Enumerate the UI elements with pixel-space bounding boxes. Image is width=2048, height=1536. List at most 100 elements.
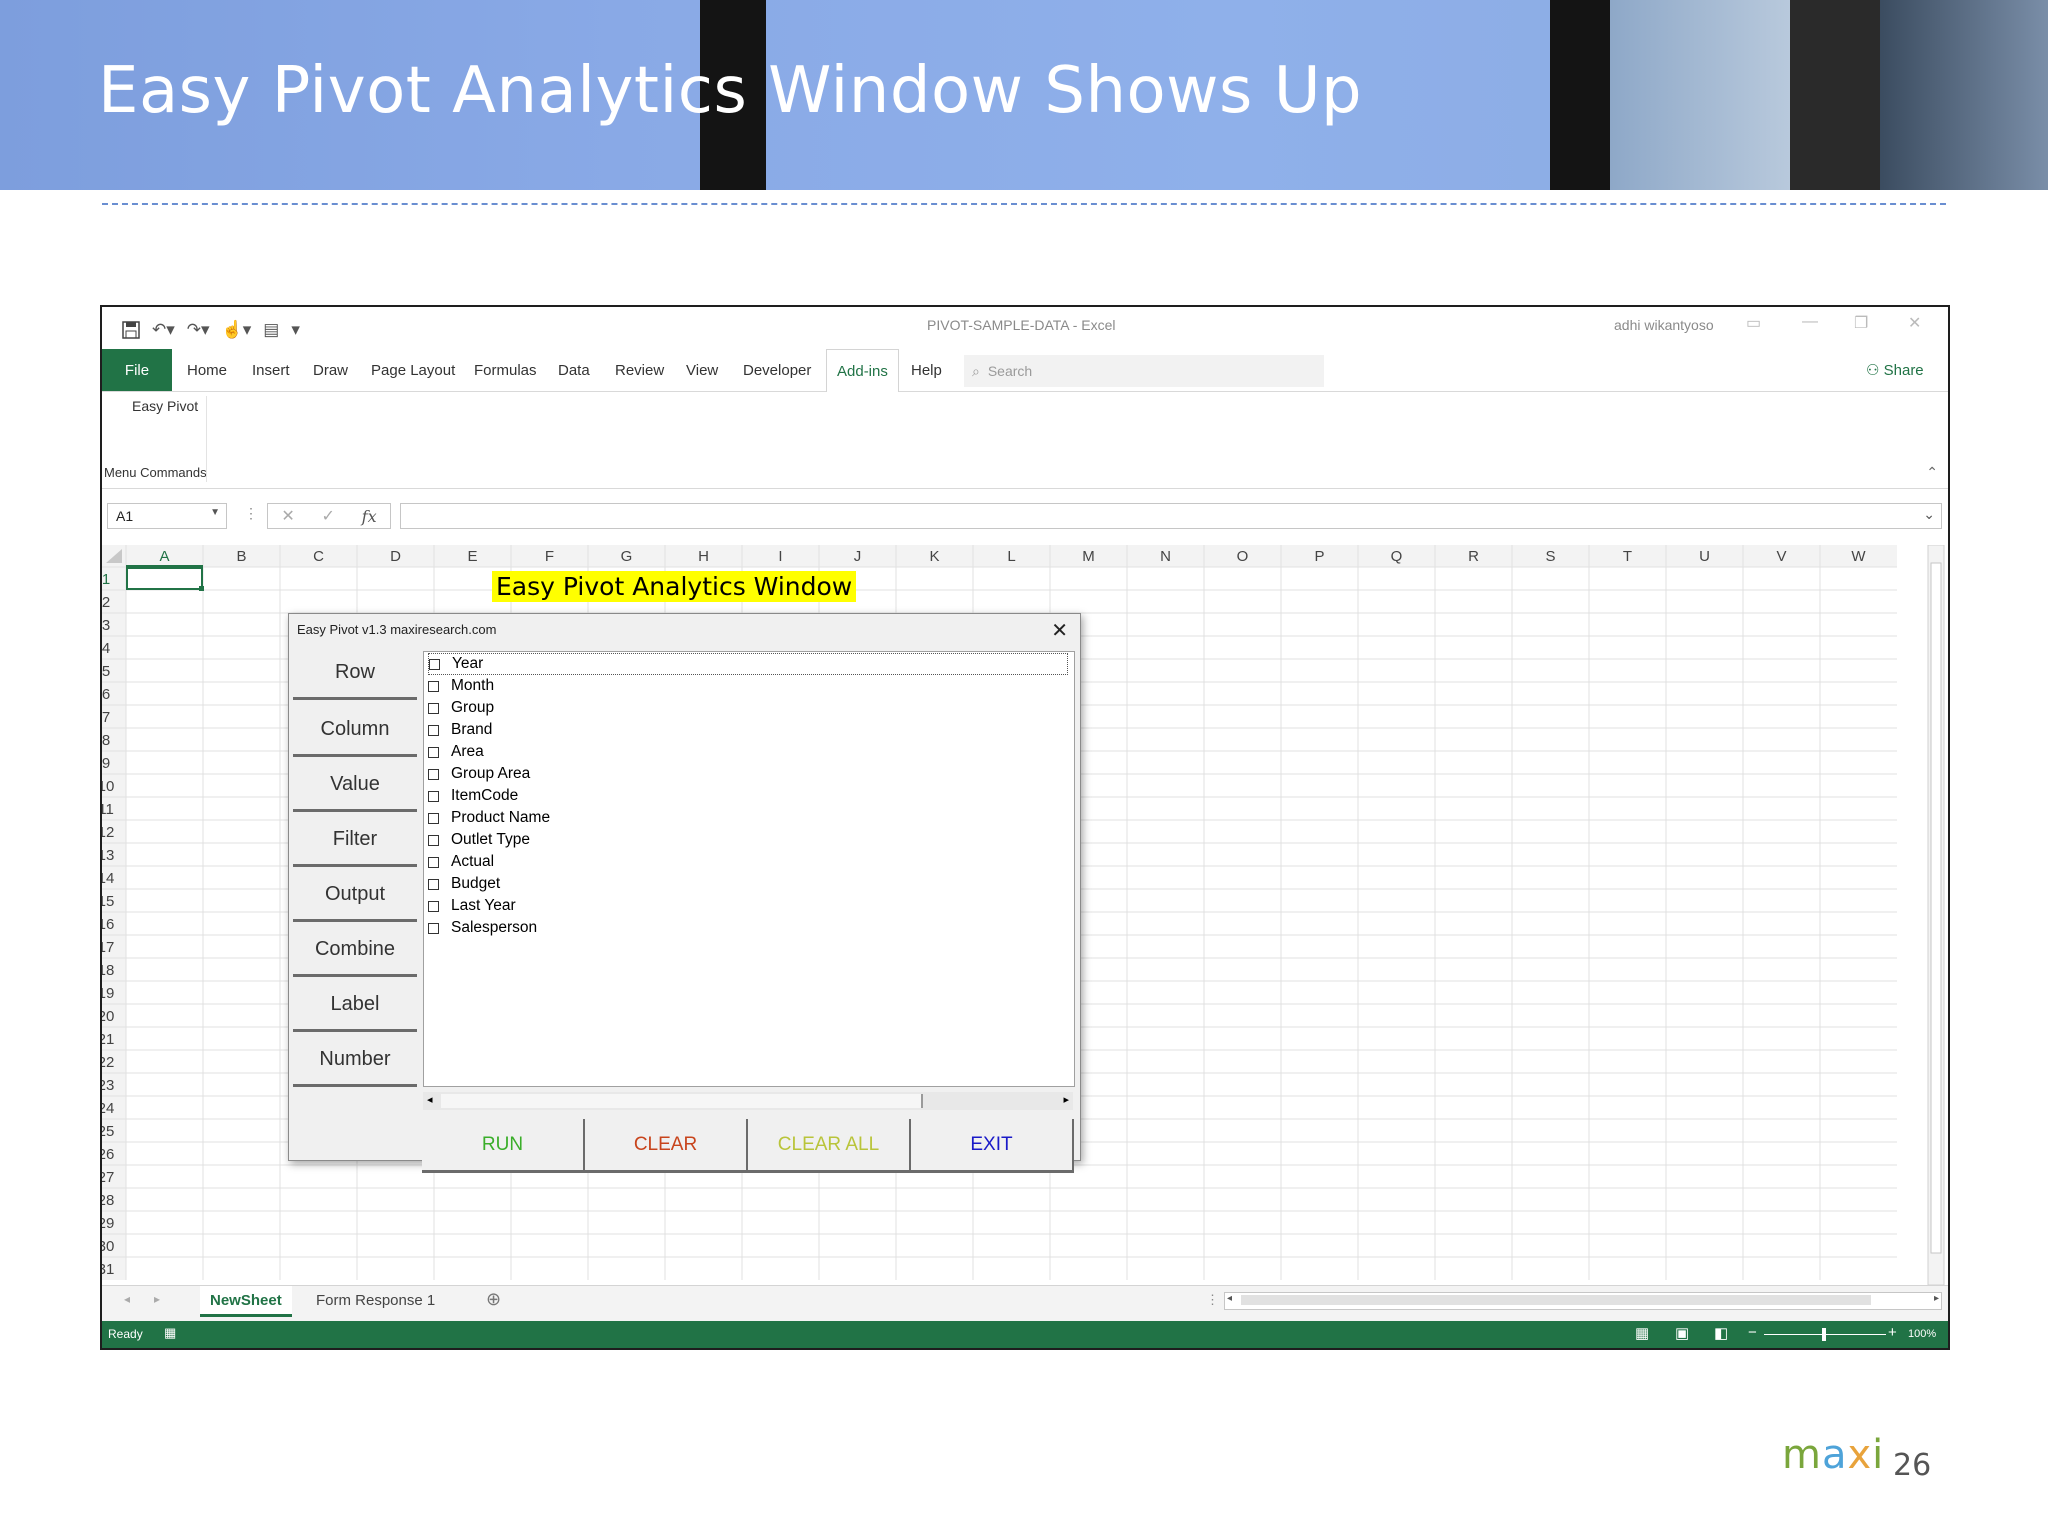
- insert-function-icon[interactable]: fx: [362, 507, 377, 526]
- share-button[interactable]: ⚇ Share: [1866, 361, 1924, 379]
- zoom-slider-thumb[interactable]: [1822, 1328, 1826, 1341]
- scroll-left-icon[interactable]: ◂: [1227, 1293, 1232, 1304]
- tab-page-layout[interactable]: Page Layout: [371, 349, 455, 391]
- row-button[interactable]: Row: [293, 648, 417, 700]
- zoom-in-icon[interactable]: +: [1888, 1324, 1897, 1341]
- normal-view-icon[interactable]: ▦: [1635, 1324, 1649, 1342]
- user-name[interactable]: adhi wikantyoso: [1614, 317, 1714, 333]
- horizontal-scrollbar[interactable]: ◂ ▸: [1224, 1292, 1942, 1310]
- tab-home[interactable]: Home: [187, 349, 227, 391]
- customize-qat-icon[interactable]: ▾: [291, 320, 300, 340]
- close-window-icon[interactable]: ✕: [1908, 313, 1921, 333]
- checkbox[interactable]: [428, 768, 439, 780]
- more-icon[interactable]: ⋮: [244, 505, 258, 522]
- output-button[interactable]: Output: [293, 870, 417, 922]
- page-layout-view-icon[interactable]: ▣: [1675, 1324, 1689, 1342]
- annotation-label: Easy Pivot Analytics Window: [492, 571, 857, 602]
- tab-insert[interactable]: Insert: [252, 349, 290, 391]
- run-button[interactable]: RUN: [422, 1119, 585, 1173]
- checkbox[interactable]: [428, 856, 439, 868]
- field-list[interactable]: Year Month Group Brand Area Group Area I…: [423, 651, 1075, 1087]
- tab-developer[interactable]: Developer: [743, 349, 811, 391]
- checkbox[interactable]: [429, 658, 440, 670]
- checkbox[interactable]: [428, 790, 439, 802]
- filter-button[interactable]: Filter: [293, 815, 417, 867]
- form-icon[interactable]: ▤: [263, 320, 279, 340]
- formula-tools: ✕ ✓ fx: [267, 503, 391, 529]
- tab-help[interactable]: Help: [911, 349, 942, 391]
- redo-icon[interactable]: ↷▾: [187, 320, 210, 340]
- tab-review[interactable]: Review: [615, 349, 664, 391]
- horizontal-scrollbar[interactable]: ◂ ▸: [423, 1092, 1073, 1110]
- minimize-icon[interactable]: —: [1802, 313, 1818, 331]
- checkbox[interactable]: [428, 834, 439, 846]
- chevron-down-icon[interactable]: ▼: [210, 507, 220, 518]
- tab-data[interactable]: Data: [558, 349, 590, 391]
- field-item[interactable]: ItemCode: [428, 785, 518, 807]
- easy-pivot-command[interactable]: Easy Pivot: [132, 398, 198, 414]
- checkbox[interactable]: [428, 900, 439, 912]
- tab-formulas[interactable]: Formulas: [474, 349, 537, 391]
- scroll-thumb[interactable]: [1241, 1295, 1871, 1305]
- checkbox[interactable]: [428, 746, 439, 758]
- expand-formula-icon[interactable]: ⌄: [1923, 506, 1935, 523]
- name-box[interactable]: A1 ▼: [107, 503, 227, 529]
- checkbox[interactable]: [428, 680, 439, 692]
- save-icon[interactable]: [122, 321, 140, 339]
- exit-button[interactable]: EXIT: [911, 1119, 1074, 1173]
- add-sheet-icon[interactable]: ⊕: [486, 1289, 501, 1310]
- sheet-tab-form-response[interactable]: Form Response 1: [306, 1286, 445, 1314]
- field-item[interactable]: Last Year: [428, 895, 516, 917]
- cancel-icon[interactable]: ✕: [281, 506, 294, 526]
- scroll-left-icon[interactable]: ◂: [427, 1093, 433, 1106]
- tab-add-ins[interactable]: Add-ins: [826, 349, 899, 393]
- field-item[interactable]: Group: [428, 697, 494, 719]
- undo-icon[interactable]: ↶▾: [152, 320, 175, 340]
- macro-record-icon[interactable]: ▦: [164, 1325, 176, 1341]
- field-item[interactable]: Month: [428, 675, 494, 697]
- field-item[interactable]: Product Name: [428, 807, 550, 829]
- column-button[interactable]: Column: [293, 705, 417, 757]
- field-item[interactable]: Actual: [428, 851, 494, 873]
- checkbox[interactable]: [428, 878, 439, 890]
- number-button[interactable]: Number: [293, 1035, 417, 1087]
- field-item[interactable]: Outlet Type: [428, 829, 530, 851]
- touch-mode-icon[interactable]: ☝▾: [222, 320, 252, 340]
- label-button[interactable]: Label: [293, 980, 417, 1032]
- search-box[interactable]: ⌕ Search: [964, 355, 1324, 387]
- scroll-right-icon[interactable]: ▸: [1063, 1093, 1069, 1106]
- tab-draw[interactable]: Draw: [313, 349, 348, 391]
- clear-all-button[interactable]: CLEAR ALL: [748, 1119, 911, 1173]
- checkbox[interactable]: [428, 922, 439, 934]
- ribbon-display-icon[interactable]: ▭: [1746, 313, 1761, 333]
- clear-button[interactable]: CLEAR: [585, 1119, 748, 1173]
- checkbox[interactable]: [428, 724, 439, 736]
- prev-sheet-icon[interactable]: ◂: [124, 1292, 130, 1306]
- scroll-right-icon[interactable]: ▸: [1934, 1293, 1939, 1304]
- field-item[interactable]: Budget: [428, 873, 500, 895]
- tab-view[interactable]: View: [686, 349, 718, 391]
- page-break-view-icon[interactable]: ◧: [1714, 1324, 1728, 1342]
- enter-icon[interactable]: ✓: [322, 506, 335, 526]
- field-item[interactable]: Salesperson: [428, 917, 537, 939]
- field-item[interactable]: Group Area: [428, 763, 530, 785]
- next-sheet-icon[interactable]: ▸: [154, 1292, 160, 1306]
- sheet-tab-newsheet[interactable]: NewSheet: [200, 1286, 292, 1317]
- formula-input[interactable]: ⌄: [400, 503, 1942, 529]
- field-item[interactable]: Area: [428, 741, 484, 763]
- tab-file[interactable]: File: [102, 349, 172, 391]
- zoom-level[interactable]: 100%: [1908, 1328, 1936, 1340]
- value-button[interactable]: Value: [293, 760, 417, 812]
- ribbon-group-label: Menu Commands: [104, 465, 207, 480]
- combine-button[interactable]: Combine: [293, 925, 417, 977]
- zoom-out-icon[interactable]: −: [1748, 1324, 1757, 1341]
- more-icon[interactable]: ⋮: [1206, 1292, 1219, 1308]
- restore-icon[interactable]: ❐: [1854, 313, 1868, 333]
- collapse-ribbon-icon[interactable]: ⌃: [1926, 464, 1938, 481]
- field-item[interactable]: Year: [428, 653, 1068, 675]
- checkbox[interactable]: [428, 702, 439, 714]
- close-icon[interactable]: ✕: [1051, 618, 1068, 643]
- field-item[interactable]: Brand: [428, 719, 492, 741]
- scroll-thumb[interactable]: [441, 1094, 923, 1108]
- checkbox[interactable]: [428, 812, 439, 824]
